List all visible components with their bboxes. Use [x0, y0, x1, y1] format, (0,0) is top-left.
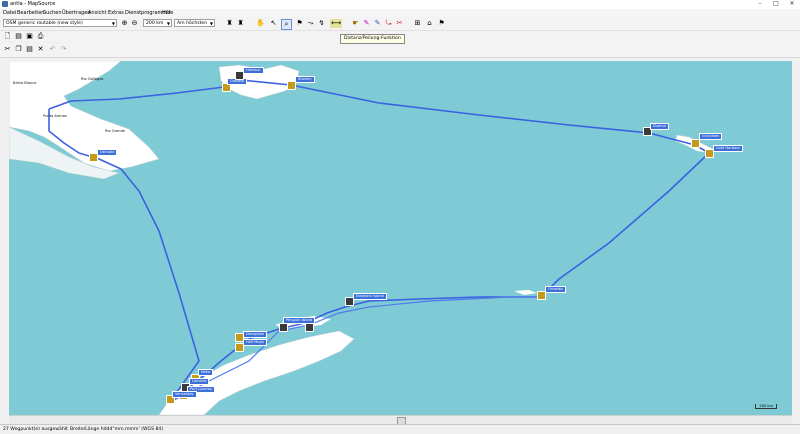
waypoint-label[interactable]: Lemaire: [189, 378, 210, 385]
tooltip: Distanz/Peilung-Funktion: [340, 34, 405, 44]
menu-bearbeiten[interactable]: Bearbeiten: [17, 10, 44, 16]
menu-hilfe[interactable]: Hilfe: [162, 10, 173, 16]
zoom-out-icon[interactable]: ⊖: [130, 19, 139, 28]
left-panel-edge: [0, 58, 9, 424]
chevron-down-icon: ▼: [111, 21, 115, 26]
selection-status: 27 Wegpunkt(e) ausgewählt: [3, 427, 68, 432]
track-tool-icon[interactable]: ↯: [317, 19, 326, 28]
waypoint-label[interactable]: Elsehul: [650, 123, 669, 130]
cut-icon[interactable]: ✂: [3, 45, 12, 54]
distance-bearing-icon[interactable]: ⟷: [330, 19, 342, 28]
map-canvas: [9, 61, 714, 415]
voyage-track: [48, 78, 710, 404]
menu-suchen[interactable]: Suchen: [43, 10, 62, 16]
place-label: Bahia Blanca: [13, 81, 37, 85]
maximize-icon[interactable]: □: [768, 0, 784, 8]
undo-icon[interactable]: ↶: [48, 45, 57, 54]
app-icon: [2, 1, 8, 7]
waypoint-label[interactable]: Half Moon: [243, 339, 268, 346]
print-icon[interactable]: ⎙: [36, 32, 45, 41]
menu-bar: Datei Bearbeiten Suchen Übertragen Ansic…: [0, 9, 800, 17]
home-icon[interactable]: ⌂: [425, 19, 434, 28]
land-south-orkneys: [514, 290, 537, 295]
waypoint-label[interactable]: Elephant Island: [353, 293, 387, 300]
edit-icon[interactable]: ✎: [362, 19, 371, 28]
map-scale: 200 km: [755, 404, 777, 409]
send-icon[interactable]: ♜: [236, 19, 245, 28]
waypoint-marker[interactable]: [305, 323, 314, 332]
zoom-tool-icon[interactable]: ⌕: [281, 19, 292, 30]
open-folder-icon[interactable]: ▤: [14, 32, 23, 41]
waypoint-tool-icon[interactable]: ⚑: [295, 19, 304, 28]
menu-extras[interactable]: Extras: [108, 10, 124, 16]
menu-uebertragen[interactable]: Übertragen: [62, 10, 90, 16]
waypoint-label[interactable]: Grytviken: [699, 133, 723, 140]
chevron-down-icon: ▼: [166, 21, 170, 26]
copy-icon[interactable]: ❐: [14, 45, 23, 54]
pointer-icon[interactable]: ☛: [351, 19, 360, 28]
pan-icon[interactable]: ✋: [256, 19, 265, 28]
waypoint-label[interactable]: Ushuaia: [97, 149, 118, 156]
menu-datei[interactable]: Datei: [3, 10, 16, 16]
flag-icon[interactable]: ⚑: [437, 19, 446, 28]
waypoint-label[interactable]: Orcadas: [545, 286, 566, 293]
map-toolbar: OSM generic routable (new style) ▼ ⊕ ⊖ 20…: [0, 17, 800, 31]
place-label: Punta Arenas: [43, 114, 67, 118]
waypoint-label[interactable]: Vernadsky: [172, 391, 197, 398]
waypoint-marker[interactable]: [279, 323, 288, 332]
waypoint-marker[interactable]: [691, 139, 700, 148]
window-title: antla - MapSource: [10, 1, 56, 7]
new-file-icon[interactable]: 🗋: [3, 32, 12, 41]
receive-icon[interactable]: ♜: [225, 19, 234, 28]
waypoint-label[interactable]: Stanley: [295, 76, 315, 83]
coordinate-format: Breite/Länge hddd°mm.mmm' (WGS 84): [70, 427, 164, 432]
route-edit-icon[interactable]: ⤿: [384, 19, 393, 28]
edit-toolbar: ✂ ❐ ▤ ✕ ↶ ↷: [0, 43, 800, 58]
save-icon[interactable]: ▣: [25, 32, 34, 41]
waypoint-label[interactable]: Harbour: [243, 67, 264, 74]
menu-ansicht[interactable]: Ansicht: [88, 10, 106, 16]
waypoint-label[interactable]: Gold Harbour: [713, 145, 744, 152]
binoculars-icon[interactable]: ⊞: [413, 19, 422, 28]
route-tool-icon[interactable]: ⤳: [306, 19, 315, 28]
chevron-down-icon: ▼: [209, 21, 213, 26]
map-view[interactable]: Bahia Blanca Rio Gallegos Punta Arenas R…: [9, 61, 792, 415]
delete-icon[interactable]: ✕: [36, 45, 45, 54]
map-product-select[interactable]: OSM generic routable (new style) ▼: [3, 19, 117, 27]
zoom-in-icon[interactable]: ⊕: [120, 19, 129, 28]
paste-icon[interactable]: ▤: [25, 45, 34, 54]
place-label: Rio Grande: [105, 129, 126, 133]
waypoint-label[interactable]: Deception: [243, 331, 268, 338]
zoom-level-select[interactable]: 200 km ▼: [143, 19, 172, 27]
erase-icon[interactable]: ✂: [395, 19, 404, 28]
track-edit-icon[interactable]: ✎: [373, 19, 382, 28]
vertical-scrollbar[interactable]: [792, 58, 800, 424]
detail-level-select[interactable]: Am höchsten ▼: [174, 19, 215, 27]
close-icon[interactable]: ✕: [784, 0, 800, 8]
waypoint-label[interactable]: Neko: [198, 369, 214, 376]
minimize-icon[interactable]: –: [752, 0, 768, 8]
place-label: Rio Gallegos: [81, 77, 104, 81]
redo-icon[interactable]: ↷: [59, 45, 68, 54]
select-arrow-icon[interactable]: ↖: [269, 19, 278, 28]
